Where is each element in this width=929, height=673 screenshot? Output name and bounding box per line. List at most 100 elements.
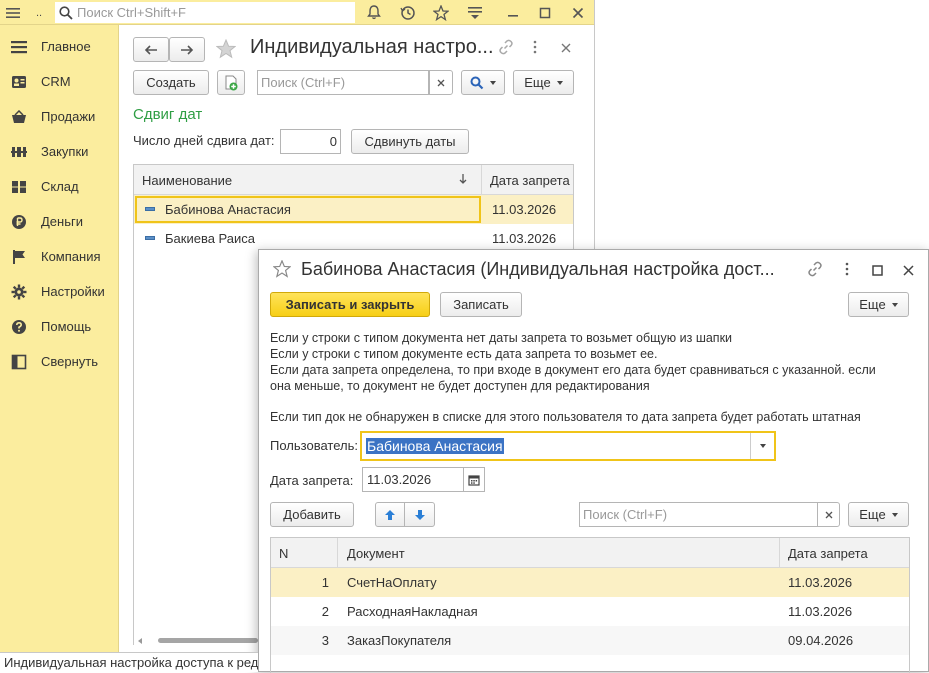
sort-arrow-down-icon[interactable] bbox=[459, 173, 467, 188]
column-header-document[interactable]: Документ bbox=[347, 538, 405, 568]
save-button[interactable]: Записать bbox=[440, 292, 522, 317]
table-more-button[interactable]: Еще bbox=[848, 502, 909, 527]
back-button[interactable] bbox=[133, 37, 169, 62]
close-window-icon[interactable] bbox=[561, 41, 571, 56]
table-more-button-label: Еще bbox=[859, 507, 886, 522]
more-actions-icon[interactable] bbox=[844, 261, 850, 280]
days-shift-input[interactable]: 0 bbox=[280, 129, 341, 154]
favorite-star-icon[interactable] bbox=[216, 37, 238, 61]
list-search-placeholder: Поиск (Ctrl+F) bbox=[261, 75, 346, 90]
column-header-n[interactable]: N bbox=[279, 538, 288, 568]
row-document: ЗаказПокупателя bbox=[347, 633, 452, 648]
sidebar-item-crm[interactable]: CRM bbox=[0, 64, 119, 99]
sidebar-item-company[interactable]: Компания bbox=[0, 239, 119, 274]
add-row-button[interactable]: Добавить bbox=[270, 502, 354, 527]
close-app-icon[interactable] bbox=[568, 0, 588, 25]
sidebar-item-label: Настройки bbox=[41, 284, 105, 299]
link-icon[interactable] bbox=[498, 39, 514, 58]
purchases-icon bbox=[10, 143, 28, 161]
favorite-star-icon[interactable] bbox=[272, 259, 292, 281]
sidebar-item-collapse[interactable]: Свернуть bbox=[0, 344, 119, 379]
chevron-down-icon bbox=[490, 80, 496, 85]
more-button[interactable]: Еще bbox=[848, 292, 909, 317]
menu-icon bbox=[10, 38, 28, 56]
sidebar-item-purchases[interactable]: Закупки bbox=[0, 134, 119, 169]
sidebar-item-label: Закупки bbox=[41, 144, 89, 159]
scrollbar-thumb[interactable] bbox=[158, 638, 258, 643]
user-field[interactable]: Бабинова Анастасия bbox=[360, 431, 776, 461]
clear-search-button[interactable] bbox=[817, 502, 840, 527]
sidebar-item-money[interactable]: Деньги bbox=[0, 204, 119, 239]
column-header-name[interactable]: Наименование bbox=[142, 165, 232, 195]
global-search[interactable]: Поиск Ctrl+Shift+F bbox=[55, 2, 355, 23]
table-row[interactable]: 1 СчетНаОплату 11.03.2026 bbox=[271, 568, 909, 597]
search-icon bbox=[59, 5, 73, 20]
add-copy-button[interactable] bbox=[217, 70, 245, 95]
money-icon bbox=[10, 213, 28, 231]
column-divider bbox=[337, 538, 338, 568]
sidebar-item-label: Главное bbox=[41, 39, 91, 54]
column-header-date[interactable]: Дата запрета bbox=[788, 538, 868, 568]
user-dropdown-button[interactable] bbox=[750, 433, 774, 459]
arrow-up-icon bbox=[385, 509, 395, 520]
chevron-down-icon bbox=[891, 302, 898, 307]
info-text-2: Если тип док не обнаружен в списке для э… bbox=[270, 410, 861, 424]
maximize-icon[interactable] bbox=[872, 264, 883, 279]
move-down-button[interactable] bbox=[404, 502, 435, 527]
background-area bbox=[594, 0, 929, 250]
arrow-left-icon bbox=[144, 44, 157, 55]
favorites-star-icon[interactable] bbox=[431, 0, 451, 25]
sidebar-item-settings[interactable]: Настройки bbox=[0, 274, 119, 309]
settings-dropdown-icon[interactable] bbox=[465, 0, 485, 25]
minimize-icon[interactable] bbox=[503, 0, 523, 25]
search-icon bbox=[470, 76, 484, 89]
list-search-input[interactable]: Поиск (Ctrl+F) bbox=[257, 70, 429, 95]
table-row[interactable]: Бабинова Анастасия 11.03.2026 bbox=[134, 195, 573, 224]
table-search-placeholder: Поиск (Ctrl+F) bbox=[583, 507, 668, 522]
ban-date-input[interactable]: 11.03.2026 bbox=[362, 467, 464, 492]
window-title: Индивидуальная настро... bbox=[250, 36, 494, 58]
ban-date-label: Дата запрета: bbox=[270, 473, 354, 488]
sidebar-item-label: Компания bbox=[41, 249, 101, 264]
forward-button[interactable] bbox=[169, 37, 205, 62]
shift-dates-button[interactable]: Сдвинуть даты bbox=[351, 129, 469, 154]
window-title: Бабинова Анастасия (Индивидуальная настр… bbox=[301, 259, 775, 279]
status-bar: Индивидуальная настройка доступа к редак… bbox=[0, 652, 258, 672]
more-button[interactable]: Еще bbox=[513, 70, 574, 95]
more-button-label: Еще bbox=[859, 297, 886, 312]
save-and-close-button[interactable]: Записать и закрыть bbox=[270, 292, 430, 317]
info-line: она меньше, то документ не будет доступе… bbox=[270, 379, 650, 393]
close-window-icon[interactable] bbox=[903, 264, 914, 279]
calendar-button[interactable] bbox=[463, 467, 485, 492]
move-up-button[interactable] bbox=[375, 502, 405, 527]
close-icon bbox=[437, 79, 445, 86]
scroll-left-arrow-icon[interactable] bbox=[138, 638, 142, 644]
link-icon[interactable] bbox=[807, 261, 823, 280]
create-button[interactable]: Создать bbox=[133, 70, 209, 95]
info-line: Если у строки с типом документе есть дат… bbox=[270, 347, 658, 361]
more-actions-icon[interactable] bbox=[532, 39, 538, 58]
hamburger-menu-icon[interactable] bbox=[4, 0, 22, 25]
clear-search-button[interactable] bbox=[429, 70, 453, 95]
table-row[interactable]: 3 ЗаказПокупателя 09.04.2026 bbox=[271, 626, 909, 655]
sidebar-item-main[interactable]: Главное bbox=[0, 29, 119, 64]
sidebar-item-sales[interactable]: Продажи bbox=[0, 99, 119, 134]
column-header-date[interactable]: Дата запрета bbox=[490, 165, 570, 195]
maximize-icon[interactable] bbox=[535, 0, 555, 25]
chevron-down-icon bbox=[759, 444, 766, 448]
table-row[interactable]: 2 РасходнаяНакладная 11.03.2026 bbox=[271, 597, 909, 626]
table-header: Наименование Дата запрета bbox=[134, 165, 573, 195]
table-search-input[interactable]: Поиск (Ctrl+F) bbox=[579, 502, 818, 527]
column-divider bbox=[779, 538, 780, 568]
search-button[interactable] bbox=[461, 70, 505, 95]
sidebar-item-warehouse[interactable]: Склад bbox=[0, 169, 119, 204]
sidebar-item-help[interactable]: Помощь bbox=[0, 309, 119, 344]
sidebar-item-label: Деньги bbox=[41, 214, 83, 229]
sidebar-item-label: CRM bbox=[41, 74, 71, 89]
more-button-label: Еще bbox=[524, 75, 551, 90]
horizontal-scrollbar[interactable] bbox=[138, 637, 258, 645]
basket-icon bbox=[10, 108, 28, 126]
bell-icon[interactable] bbox=[364, 0, 384, 25]
edit-window: Бабинова Анастасия (Индивидуальная настр… bbox=[258, 249, 929, 673]
history-icon[interactable] bbox=[398, 0, 418, 25]
